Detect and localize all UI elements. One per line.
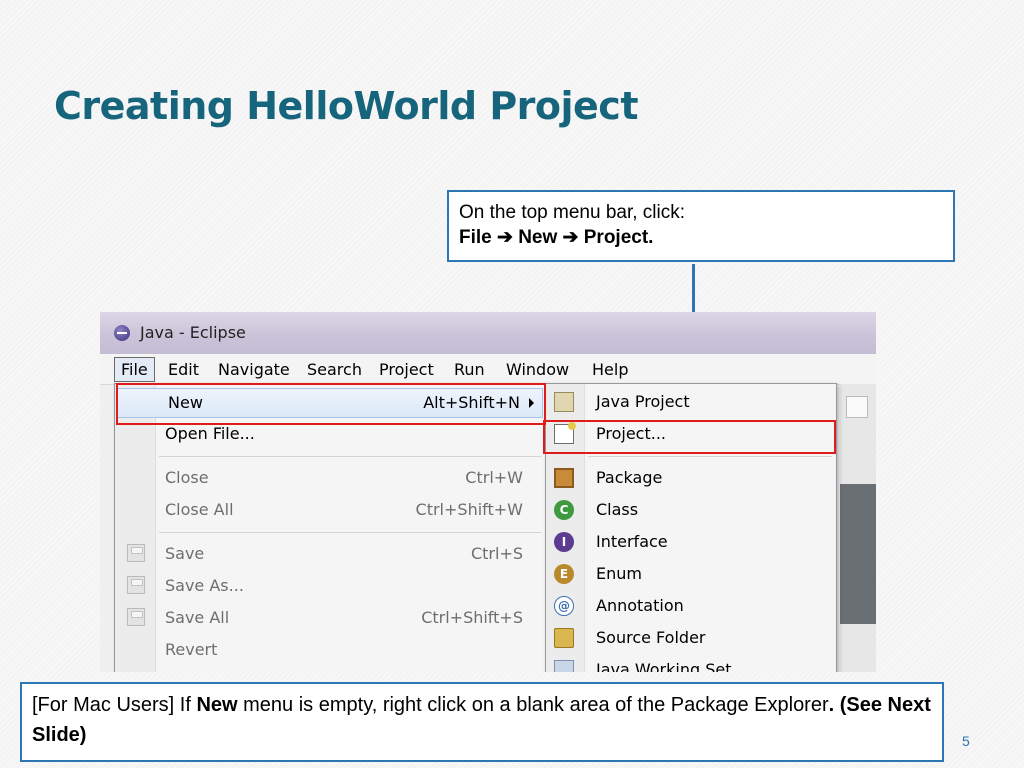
menu-item-label: Enum (596, 564, 642, 583)
menu-item-close[interactable]: Close Ctrl+W (115, 464, 545, 492)
highlight-new-box (116, 383, 546, 425)
slide-number: 5 (962, 733, 970, 749)
window-titlebar: Java - Eclipse (100, 312, 876, 354)
menu-separator (588, 456, 832, 457)
menu-item-shortcut: Ctrl+W (465, 468, 523, 487)
menu-item-label: Source Folder (596, 628, 706, 647)
menu-edit[interactable]: Edit (162, 358, 205, 381)
window-title: Java - Eclipse (140, 323, 246, 342)
highlight-project-box (543, 420, 836, 454)
instruction-callout: On the top menu bar, click: File ➔ New ➔… (447, 190, 955, 262)
menu-bar: File Edit Navigate Search Project Run Wi… (100, 354, 876, 385)
annotation-icon: @ (554, 596, 574, 616)
menu-window[interactable]: Window (500, 358, 575, 381)
submenu-item-java-project[interactable]: Java Project (546, 388, 836, 416)
menu-item-label: Package (596, 468, 663, 487)
toolbar-button[interactable] (846, 396, 868, 418)
submenu-item-enum[interactable]: E Enum (546, 560, 836, 588)
slide-title: Creating HelloWorld Project (54, 84, 639, 128)
enum-icon: E (554, 564, 574, 584)
mac-note-text-2: menu is empty, right click on a blank ar… (237, 694, 829, 716)
submenu-item-source-folder[interactable]: Source Folder (546, 624, 836, 652)
menu-item-label: Save (165, 544, 205, 563)
menu-item-label: Class (596, 500, 639, 519)
menu-file[interactable]: File (114, 357, 155, 382)
working-set-icon (554, 660, 574, 672)
menu-separator (159, 456, 541, 457)
menu-item-label: Revert (165, 640, 218, 659)
save-all-icon (127, 608, 145, 626)
menu-project[interactable]: Project (373, 358, 440, 381)
menu-navigate[interactable]: Navigate (212, 358, 296, 381)
menu-item-save[interactable]: Save Ctrl+S (115, 540, 545, 568)
interface-icon: I (554, 532, 574, 552)
menu-item-label: Java Project (596, 392, 690, 411)
save-as-icon (127, 576, 145, 594)
class-icon: C (554, 500, 574, 520)
menu-item-label: Save As... (165, 576, 244, 595)
editor-area (840, 484, 876, 624)
eclipse-screenshot: Java - Eclipse File Edit Navigate Search… (100, 312, 876, 672)
submenu-item-package[interactable]: Package (546, 464, 836, 492)
menu-help[interactable]: Help (586, 358, 634, 381)
java-project-icon (554, 392, 574, 412)
menu-item-label: Save All (165, 608, 230, 627)
menu-separator (159, 532, 541, 533)
menu-item-revert[interactable]: Revert (115, 636, 545, 664)
menu-item-save-as[interactable]: Save As... (115, 572, 545, 600)
file-menu-dropdown: New Alt+Shift+N Open File... Close Ctrl+… (114, 383, 546, 672)
mac-note-text-1: [For Mac Users] If (32, 694, 197, 716)
menu-search[interactable]: Search (301, 358, 368, 381)
menu-item-label: Java Working Set (596, 660, 732, 672)
instruction-line-2: File ➔ New ➔ Project. (459, 227, 654, 248)
eclipse-logo-icon (114, 325, 130, 341)
mac-note-callout: [For Mac Users] If New menu is empty, ri… (20, 682, 944, 762)
save-icon (127, 544, 145, 562)
instruction-line-1: On the top menu bar, click: (459, 202, 686, 223)
package-icon (554, 468, 574, 488)
menu-run[interactable]: Run (448, 358, 491, 381)
workbench-background (840, 384, 876, 672)
menu-item-label: Close All (165, 500, 234, 519)
menu-item-shortcut: Ctrl+Shift+S (421, 608, 523, 627)
submenu-item-class[interactable]: C Class (546, 496, 836, 524)
source-folder-icon (554, 628, 574, 648)
menu-item-save-all[interactable]: Save All Ctrl+Shift+S (115, 604, 545, 632)
submenu-item-annotation[interactable]: @ Annotation (546, 592, 836, 620)
menu-item-close-all[interactable]: Close All Ctrl+Shift+W (115, 496, 545, 524)
submenu-item-java-working-set[interactable]: Java Working Set (546, 656, 836, 672)
menu-item-label: Annotation (596, 596, 684, 615)
mac-note-new: New (196, 694, 238, 716)
menu-item-shortcut: Ctrl+S (470, 544, 523, 563)
menu-item-label: Close (165, 468, 209, 487)
submenu-item-interface[interactable]: I Interface (546, 528, 836, 556)
menu-item-label: Open File... (165, 424, 255, 443)
menu-item-shortcut: Ctrl+Shift+W (415, 500, 523, 519)
menu-item-label: Interface (596, 532, 668, 551)
